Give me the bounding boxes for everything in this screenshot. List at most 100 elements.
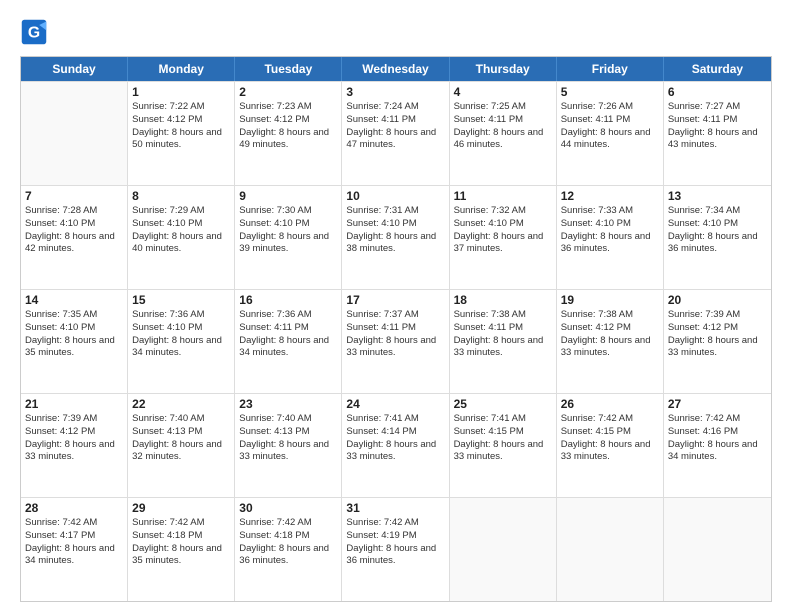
day-number: 10 — [346, 189, 444, 203]
day-number: 18 — [454, 293, 552, 307]
calendar-header: SundayMondayTuesdayWednesdayThursdayFrid… — [21, 57, 771, 81]
header-day: Sunday — [21, 57, 128, 81]
day-info: Sunrise: 7:24 AM Sunset: 4:11 PM Dayligh… — [346, 101, 444, 152]
calendar-cell: 16 Sunrise: 7:36 AM Sunset: 4:11 PM Dayli… — [235, 290, 342, 393]
day-info: Sunrise: 7:41 AM Sunset: 4:15 PM Dayligh… — [454, 413, 552, 464]
logo: G — [20, 18, 52, 46]
day-info: Sunrise: 7:40 AM Sunset: 4:13 PM Dayligh… — [239, 413, 337, 464]
day-info: Sunrise: 7:25 AM Sunset: 4:11 PM Dayligh… — [454, 101, 552, 152]
calendar-cell: 11Sunrise: 7:32 AM Sunset: 4:10 PM Dayli… — [450, 186, 557, 289]
day-info: Sunrise: 7:41 AM Sunset: 4:14 PM Dayligh… — [346, 413, 444, 464]
header-day: Friday — [557, 57, 664, 81]
day-number: 20 — [668, 293, 767, 307]
calendar-cell: 12 Sunrise: 7:33 AM Sunset: 4:10 PM Dayli… — [557, 186, 664, 289]
header-day: Thursday — [450, 57, 557, 81]
calendar-week: 7 Sunrise: 7:28 AM Sunset: 4:10 PM Daylig… — [21, 185, 771, 289]
day-number: 12 — [561, 189, 659, 203]
header-day: Saturday — [664, 57, 771, 81]
calendar-cell: 28 Sunrise: 7:42 AM Sunset: 4:17 PM Dayli… — [21, 498, 128, 601]
calendar-cell: 8 Sunrise: 7:29 AM Sunset: 4:10 PM Daylig… — [128, 186, 235, 289]
calendar-cell: 5 Sunrise: 7:26 AM Sunset: 4:11 PM Daylig… — [557, 82, 664, 185]
calendar-cell: 29 Sunrise: 7:42 AM Sunset: 4:18 PM Dayli… — [128, 498, 235, 601]
logo-icon: G — [20, 18, 48, 46]
day-number: 3 — [346, 85, 444, 99]
day-number: 8 — [132, 189, 230, 203]
header: G — [20, 18, 772, 46]
day-info: Sunrise: 7:33 AM Sunset: 4:10 PM Dayligh… — [561, 205, 659, 256]
day-number: 25 — [454, 397, 552, 411]
day-number: 16 — [239, 293, 337, 307]
calendar-cell: 13 Sunrise: 7:34 AM Sunset: 4:10 PM Dayli… — [664, 186, 771, 289]
day-number: 31 — [346, 501, 444, 515]
header-day: Wednesday — [342, 57, 449, 81]
day-info: Sunrise: 7:42 AM Sunset: 4:16 PM Dayligh… — [668, 413, 767, 464]
calendar-cell: 20 Sunrise: 7:39 AM Sunset: 4:12 PM Dayli… — [664, 290, 771, 393]
calendar-cell: 30Sunrise: 7:42 AM Sunset: 4:18 PM Dayli… — [235, 498, 342, 601]
day-number: 13 — [668, 189, 767, 203]
day-number: 15 — [132, 293, 230, 307]
day-info: Sunrise: 7:38 AM Sunset: 4:11 PM Dayligh… — [454, 309, 552, 360]
day-info: Sunrise: 7:37 AM Sunset: 4:11 PM Dayligh… — [346, 309, 444, 360]
day-info: Sunrise: 7:42 AM Sunset: 4:19 PM Dayligh… — [346, 517, 444, 568]
day-info: Sunrise: 7:26 AM Sunset: 4:11 PM Dayligh… — [561, 101, 659, 152]
calendar-cell: 18 Sunrise: 7:38 AM Sunset: 4:11 PM Dayli… — [450, 290, 557, 393]
calendar-cell: 3 Sunrise: 7:24 AM Sunset: 4:11 PM Daylig… — [342, 82, 449, 185]
day-number: 21 — [25, 397, 123, 411]
day-number: 5 — [561, 85, 659, 99]
calendar-cell: 6 Sunrise: 7:27 AM Sunset: 4:11 PM Daylig… — [664, 82, 771, 185]
day-number: 29 — [132, 501, 230, 515]
calendar-cell: 4Sunrise: 7:25 AM Sunset: 4:11 PM Daylig… — [450, 82, 557, 185]
day-info: Sunrise: 7:38 AM Sunset: 4:12 PM Dayligh… — [561, 309, 659, 360]
day-number: 30 — [239, 501, 337, 515]
day-number: 19 — [561, 293, 659, 307]
calendar-cell: 15Sunrise: 7:36 AM Sunset: 4:10 PM Dayli… — [128, 290, 235, 393]
day-number: 22 — [132, 397, 230, 411]
calendar-cell: 26 Sunrise: 7:42 AM Sunset: 4:15 PM Dayli… — [557, 394, 664, 497]
day-number: 1 — [132, 85, 230, 99]
day-number: 14 — [25, 293, 123, 307]
day-number: 27 — [668, 397, 767, 411]
day-info: Sunrise: 7:36 AM Sunset: 4:11 PM Dayligh… — [239, 309, 337, 360]
day-info: Sunrise: 7:42 AM Sunset: 4:18 PM Dayligh… — [132, 517, 230, 568]
day-info: Sunrise: 7:23 AM Sunset: 4:12 PM Dayligh… — [239, 101, 337, 152]
calendar-cell: 22Sunrise: 7:40 AM Sunset: 4:13 PM Dayli… — [128, 394, 235, 497]
calendar-week: 14Sunrise: 7:35 AM Sunset: 4:10 PM Dayli… — [21, 289, 771, 393]
day-number: 9 — [239, 189, 337, 203]
calendar-cell: 10 Sunrise: 7:31 AM Sunset: 4:10 PM Dayli… — [342, 186, 449, 289]
day-info: Sunrise: 7:31 AM Sunset: 4:10 PM Dayligh… — [346, 205, 444, 256]
day-info: Sunrise: 7:42 AM Sunset: 4:17 PM Dayligh… — [25, 517, 123, 568]
calendar-cell — [21, 82, 128, 185]
day-info: Sunrise: 7:28 AM Sunset: 4:10 PM Dayligh… — [25, 205, 123, 256]
calendar-cell: 31 Sunrise: 7:42 AM Sunset: 4:19 PM Dayli… — [342, 498, 449, 601]
day-number: 23 — [239, 397, 337, 411]
calendar-week: 28 Sunrise: 7:42 AM Sunset: 4:17 PM Dayli… — [21, 497, 771, 601]
calendar-cell: 25 Sunrise: 7:41 AM Sunset: 4:15 PM Dayli… — [450, 394, 557, 497]
calendar-cell: 23 Sunrise: 7:40 AM Sunset: 4:13 PM Dayli… — [235, 394, 342, 497]
calendar-cell: 19 Sunrise: 7:38 AM Sunset: 4:12 PM Dayli… — [557, 290, 664, 393]
page: G SundayMondayTuesdayWednesdayThursdayFr… — [0, 0, 792, 612]
day-info: Sunrise: 7:27 AM Sunset: 4:11 PM Dayligh… — [668, 101, 767, 152]
day-number: 7 — [25, 189, 123, 203]
day-info: Sunrise: 7:30 AM Sunset: 4:10 PM Dayligh… — [239, 205, 337, 256]
calendar-cell: 9 Sunrise: 7:30 AM Sunset: 4:10 PM Daylig… — [235, 186, 342, 289]
calendar-cell: 17Sunrise: 7:37 AM Sunset: 4:11 PM Dayli… — [342, 290, 449, 393]
day-info: Sunrise: 7:42 AM Sunset: 4:15 PM Dayligh… — [561, 413, 659, 464]
header-day: Tuesday — [235, 57, 342, 81]
calendar-cell: 14Sunrise: 7:35 AM Sunset: 4:10 PM Dayli… — [21, 290, 128, 393]
day-info: Sunrise: 7:32 AM Sunset: 4:10 PM Dayligh… — [454, 205, 552, 256]
day-number: 26 — [561, 397, 659, 411]
day-info: Sunrise: 7:39 AM Sunset: 4:12 PM Dayligh… — [25, 413, 123, 464]
header-day: Monday — [128, 57, 235, 81]
day-info: Sunrise: 7:34 AM Sunset: 4:10 PM Dayligh… — [668, 205, 767, 256]
day-number: 28 — [25, 501, 123, 515]
day-info: Sunrise: 7:39 AM Sunset: 4:12 PM Dayligh… — [668, 309, 767, 360]
day-info: Sunrise: 7:29 AM Sunset: 4:10 PM Dayligh… — [132, 205, 230, 256]
calendar-cell — [664, 498, 771, 601]
calendar: SundayMondayTuesdayWednesdayThursdayFrid… — [20, 56, 772, 602]
calendar-cell: 1Sunrise: 7:22 AM Sunset: 4:12 PM Daylig… — [128, 82, 235, 185]
day-number: 24 — [346, 397, 444, 411]
calendar-week: 21 Sunrise: 7:39 AM Sunset: 4:12 PM Dayli… — [21, 393, 771, 497]
svg-text:G: G — [28, 24, 40, 41]
day-number: 6 — [668, 85, 767, 99]
calendar-cell — [450, 498, 557, 601]
